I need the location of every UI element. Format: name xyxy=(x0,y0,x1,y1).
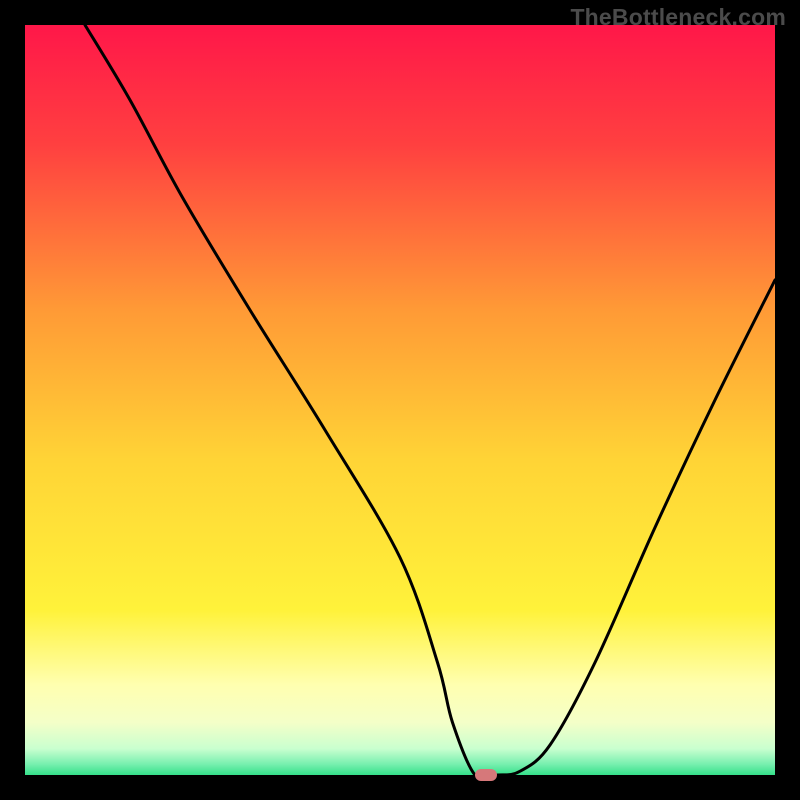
watermark-label: TheBottleneck.com xyxy=(570,4,786,31)
plot-area xyxy=(25,25,775,775)
optimal-marker xyxy=(475,769,497,781)
chart-frame: TheBottleneck.com xyxy=(0,0,800,800)
gradient-background xyxy=(25,25,775,775)
chart-svg xyxy=(25,25,775,775)
